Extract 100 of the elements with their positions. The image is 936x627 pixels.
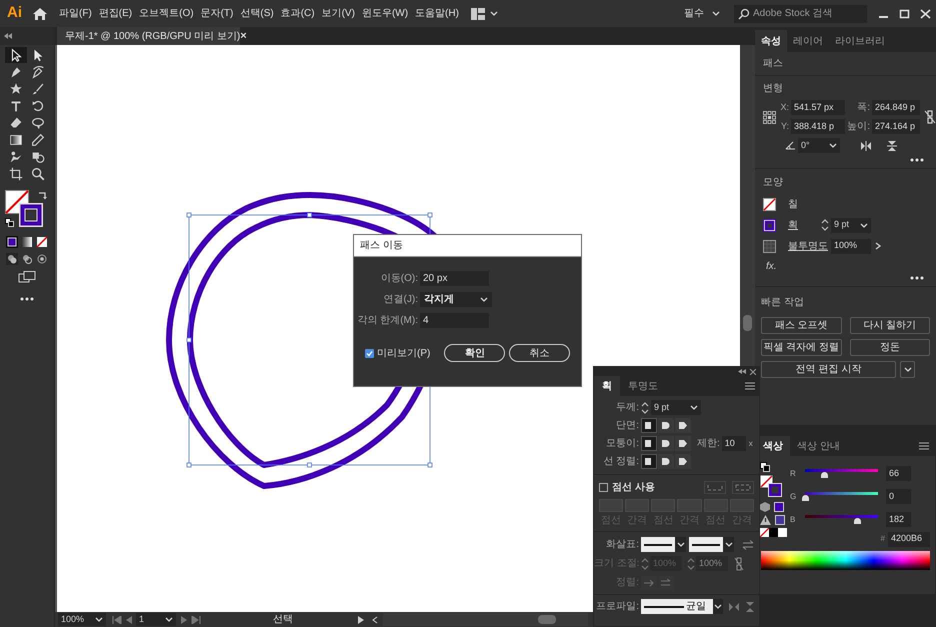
menu-icon[interactable] [745,382,755,390]
more-icon[interactable] [20,297,34,301]
corner-button[interactable] [675,436,691,451]
input-field[interactable]: 100% [831,238,871,254]
corner-button[interactable] [641,436,657,451]
panel-tab[interactable]: 투명도 [620,376,666,396]
action-button[interactable]: 정돈 [850,339,930,356]
last-artboard-icon[interactable] [191,616,201,624]
home-icon[interactable] [32,6,48,22]
first-artboard-icon[interactable] [112,616,122,624]
panel-tab[interactable]: 속성 [755,30,787,52]
next-artboard-icon[interactable] [180,616,188,624]
panel-tab[interactable]: 레이어 [787,30,829,52]
none-color-swatch[interactable] [760,528,769,537]
zoom-select[interactable]: 100% [58,613,106,626]
arrowhead-select[interactable] [689,537,734,552]
cap-button[interactable] [641,418,657,433]
reference-point-icon[interactable] [763,110,776,124]
draw-normal-icon[interactable] [6,253,18,265]
panel-tab[interactable]: 색상 안내 [790,436,847,456]
spinner-icon[interactable] [641,556,649,570]
chevron-icon[interactable] [904,367,912,372]
artboard-field[interactable]: 1 [136,613,176,626]
input-field[interactable]: 4 [420,313,489,328]
input-field[interactable]: 541.57 px [791,100,845,115]
dash-field[interactable] [677,499,702,512]
dashed-checkbox[interactable] [599,483,608,492]
stroke-swatch[interactable] [19,203,43,227]
layout-switcher[interactable] [470,8,498,20]
panel-tab[interactable]: 라이브러리 [829,30,891,52]
action-button[interactable]: 전역 편집 시작 [761,361,896,378]
none-mode-icon[interactable] [36,236,48,248]
color-mode-icon[interactable] [6,236,18,248]
menu-item[interactable]: 효과(C) [280,6,315,21]
chevron-icon[interactable] [95,617,103,622]
play-icon[interactable] [357,616,365,624]
input-field[interactable]: 66 [886,466,911,481]
menu-item[interactable]: 윈도우(W) [362,6,408,21]
chevron-right-icon[interactable] [873,241,883,251]
panel-tab[interactable]: 획 [594,376,620,396]
input-field[interactable]: 264.849 p [872,100,920,115]
stroke-swatch[interactable] [763,218,776,232]
corner-button[interactable] [658,436,674,451]
web-color-swatch[interactable] [774,502,784,512]
more-icon[interactable] [910,276,924,280]
dash-field[interactable] [625,499,650,512]
fill-swatch[interactable] [763,198,776,211]
dash-field[interactable] [730,499,754,512]
more-icon[interactable] [910,158,924,162]
input-field[interactable]: 182 [886,512,911,527]
chevron-icon[interactable] [690,405,698,410]
cap-button[interactable] [675,418,691,433]
fx-button[interactable]: fx. [766,259,777,274]
chevron-icon[interactable] [480,297,488,302]
collapse-icon[interactable] [738,369,746,374]
spinner-icon[interactable] [821,218,829,232]
menu-item[interactable]: 파일(F) [59,6,92,21]
spinner-icon[interactable] [641,400,649,414]
angle-select[interactable]: 0° [798,138,840,153]
dash-field[interactable] [599,499,624,512]
swap-arrows-icon[interactable] [742,540,754,550]
scroll-left-icon[interactable] [371,616,379,624]
align-button[interactable] [658,454,674,469]
gradient-mode-icon[interactable] [21,236,33,248]
action-button[interactable]: 다시 칠하기 [850,317,930,334]
flip-horizontal-icon[interactable] [860,140,872,150]
slider-thumb[interactable] [802,494,809,500]
profile-select[interactable]: 균일 [641,599,713,614]
chevron-icon[interactable] [712,11,720,16]
color-swatch[interactable] [778,528,787,537]
menu-item[interactable]: 편집(E) [98,6,132,21]
ok-button[interactable]: 확인 [444,344,506,362]
dash-field[interactable] [704,499,728,512]
workspace-switcher[interactable]: 필수 [684,6,720,21]
chevron-icon[interactable] [724,542,732,547]
chevron-icon[interactable] [490,11,498,16]
draw-behind-icon[interactable] [21,253,33,265]
stroke-swatch[interactable] [768,483,782,497]
color-slider[interactable] [802,514,881,524]
menu-item[interactable]: 도움말(H) [415,6,459,21]
color-slider[interactable] [802,492,881,502]
screen-mode-icon[interactable] [18,271,36,283]
stroke-label[interactable]: 획 [788,218,821,232]
chevron-icon[interactable] [829,143,837,148]
input-field[interactable]: 0 [886,489,911,504]
menu-item[interactable]: 오브젝트(O) [139,6,194,21]
opacity-label[interactable]: 불투명도 [788,238,831,254]
cancel-button[interactable]: 취소 [509,344,570,362]
input-field[interactable]: 4200B6 [888,532,930,546]
stroke-weight-select[interactable]: 9 pt [651,400,701,415]
chevron-icon[interactable] [714,604,722,609]
menu-item[interactable]: 문자(T) [200,6,234,21]
input-field[interactable]: 274.164 p [872,119,920,134]
input-field[interactable]: 100% [696,556,728,571]
default-colors-icon[interactable] [760,462,770,472]
default-colors-icon[interactable] [5,218,14,227]
action-button[interactable]: 픽셀 격자에 정렬 [761,339,842,356]
dash-field[interactable] [651,499,676,512]
color-slider[interactable] [802,468,881,478]
search-field[interactable]: Adobe Stock 검색 [734,4,867,22]
